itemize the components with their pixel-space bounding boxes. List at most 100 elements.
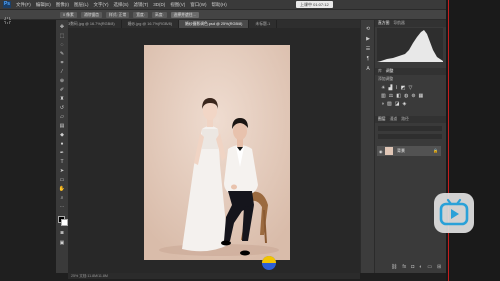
- layers-footer: ⛓ fx ◘ ◐ ▭ ⊞ 🗑: [391, 264, 453, 270]
- tab-histogram[interactable]: 直方图: [378, 20, 389, 27]
- menu-layer[interactable]: 图层(L): [74, 0, 89, 9]
- bilibili-tv-icon[interactable]: [434, 193, 474, 233]
- menu-image[interactable]: 图像(I): [56, 0, 69, 9]
- link-layers-icon[interactable]: ⛓: [391, 264, 397, 270]
- anti-alias-checkbox[interactable]: 消除锯齿: [80, 11, 102, 18]
- wedding-photo[interactable]: [144, 45, 290, 260]
- photo-filter-icon[interactable]: ◍: [404, 93, 408, 99]
- adjustments-panel-tabs: 库 调整: [375, 68, 450, 75]
- layer-filter-bar[interactable]: [378, 126, 442, 131]
- menu-help[interactable]: 帮助(H): [212, 0, 227, 9]
- eraser-tool-icon[interactable]: ▱: [58, 114, 66, 120]
- histogram-graph: [377, 28, 443, 62]
- brightness-icon[interactable]: ☀: [381, 85, 385, 91]
- background-color-swatch[interactable]: [61, 219, 68, 226]
- menu-edit[interactable]: 编辑(E): [36, 0, 51, 9]
- tab-adjustments[interactable]: 调整: [386, 68, 394, 75]
- menu-bar: Ps 文件(F) 编辑(E) 图像(I) 图层(L) 文字(Y) 选择(S) 滤…: [0, 0, 500, 10]
- lock-icon: 🔒: [433, 148, 438, 153]
- curves-icon[interactable]: ⌇: [395, 85, 397, 91]
- tab-navigator[interactable]: 导航器: [393, 20, 404, 27]
- new-layer-icon[interactable]: ⊞: [437, 264, 441, 270]
- status-bar: 25% 文档:11.8M/11.8M: [68, 273, 360, 279]
- black-white-icon[interactable]: ◧: [396, 93, 401, 99]
- brush-tool-icon[interactable]: ✐: [58, 87, 66, 93]
- menu-window[interactable]: 窗口(W): [190, 0, 206, 9]
- clone-stamp-icon[interactable]: ♜: [58, 96, 66, 102]
- vibrance-icon[interactable]: ▽: [409, 85, 413, 91]
- tab-document-active[interactable]: 婚纱摄影调色.psd @ 25%(RGB/8): [178, 20, 250, 28]
- new-adjustment-icon[interactable]: ◐: [419, 264, 422, 270]
- type-tool-icon[interactable]: T: [58, 159, 66, 165]
- eyedropper-icon[interactable]: ⁄: [58, 69, 66, 75]
- play-actions-icon[interactable]: ▶: [364, 36, 372, 42]
- add-adjustment-label: 添加调整: [378, 77, 394, 81]
- tab-channels[interactable]: 通道: [390, 116, 398, 123]
- color-lookup-icon[interactable]: ▦: [419, 93, 424, 99]
- menu-select[interactable]: 选择(S): [114, 0, 129, 9]
- levels-icon[interactable]: ▟: [388, 85, 392, 91]
- tab-layers[interactable]: 图层: [378, 116, 386, 123]
- menu-view[interactable]: 视图(V): [170, 0, 185, 9]
- lasso-tool-icon[interactable]: ◌: [58, 42, 66, 48]
- adjustment-icons-row-2: ▥ ⚖ ◧ ◍ ⊚ ▦: [381, 93, 423, 99]
- photoshop-logo: Ps: [3, 1, 11, 8]
- menu-type[interactable]: 文字(Y): [94, 0, 109, 9]
- character-icon[interactable]: A: [364, 66, 372, 72]
- crop-tool-icon[interactable]: ⌗: [58, 60, 66, 66]
- feather-field[interactable]: 0 像素: [60, 11, 77, 18]
- screen-mode-icon[interactable]: ▣: [58, 240, 66, 246]
- color-balance-icon[interactable]: ⚖: [389, 93, 393, 99]
- posterize-icon[interactable]: ▧: [387, 101, 392, 107]
- tab-document-2[interactable]: 婚纱.jpg @ 16.7%(RGB/8): [122, 20, 179, 28]
- shape-tool-icon[interactable]: ▭: [58, 177, 66, 183]
- menu-filter[interactable]: 滤镜(T): [134, 0, 149, 9]
- right-panels: 直方图 导航器 库 调整 添加调整 ☀ ▟ ⌇ ◩ ▽ ▥ ⚖ ◧ ◍ ⊚ ▦ …: [374, 20, 453, 273]
- marquee-tool-icon[interactable]: ⬚: [58, 33, 66, 39]
- paragraph-icon[interactable]: ¶: [364, 56, 372, 62]
- move-tool-icon[interactable]: ✥: [58, 24, 66, 30]
- width-field[interactable]: 宽度:: [133, 11, 148, 18]
- path-select-icon[interactable]: ➤: [58, 168, 66, 174]
- adjustment-icons-row-3: ◑ ▧ ◪ ◈: [381, 101, 406, 107]
- layer-row-background[interactable]: ◉ 背景 🔒: [377, 146, 441, 156]
- hue-saturation-icon[interactable]: ▥: [381, 93, 386, 99]
- red-border-line: [448, 0, 449, 281]
- visibility-eye-icon[interactable]: ◉: [379, 149, 383, 154]
- style-select[interactable]: 样式: 正常: [105, 11, 130, 18]
- live-session-badge[interactable]: 上课中 01:07:12: [296, 1, 333, 8]
- dodge-tool-icon[interactable]: ●: [58, 141, 66, 147]
- tab-document-1[interactable]: 03数码.jpg @ 16.7%(RGB/8): [60, 20, 122, 28]
- right-margin: [446, 0, 500, 281]
- height-field[interactable]: 高度:: [151, 11, 167, 18]
- quick-mask-icon[interactable]: ◙: [58, 230, 66, 236]
- select-and-mask-button[interactable]: 选择并遮住...: [170, 11, 199, 18]
- menu-3d[interactable]: 3D(D): [153, 0, 165, 9]
- hand-tool-icon[interactable]: ✋: [58, 186, 66, 192]
- quick-select-icon[interactable]: ✎: [58, 51, 66, 57]
- blur-tool-icon[interactable]: ◆: [58, 132, 66, 138]
- tab-document-4[interactable]: 未标题-1: [249, 20, 278, 28]
- healing-brush-icon[interactable]: ⊕: [58, 78, 66, 84]
- history-icon[interactable]: ⟲: [364, 26, 372, 32]
- exposure-icon[interactable]: ◩: [401, 85, 406, 91]
- marquee-tool-icon[interactable]: [4, 11, 11, 24]
- invert-icon[interactable]: ◑: [381, 101, 384, 107]
- zoom-tool-icon[interactable]: ⌕: [58, 195, 66, 201]
- new-group-icon[interactable]: ▭: [427, 264, 432, 270]
- histogram-panel-tabs: 直方图 导航器: [375, 20, 447, 27]
- add-mask-icon[interactable]: ◘: [411, 264, 414, 270]
- gradient-tool-icon[interactable]: ▤: [58, 123, 66, 129]
- channel-mixer-icon[interactable]: ⊚: [411, 93, 415, 99]
- layer-style-icon[interactable]: fx: [402, 264, 406, 270]
- selective-color-icon[interactable]: ◈: [403, 101, 407, 107]
- pen-tool-icon[interactable]: ✒: [58, 150, 66, 156]
- more-tools-icon[interactable]: ⋯: [58, 204, 66, 210]
- menu-file[interactable]: 文件(F): [16, 0, 31, 9]
- tab-paths[interactable]: 路径: [401, 116, 409, 123]
- history-brush-icon[interactable]: ↺: [58, 105, 66, 111]
- properties-icon[interactable]: ☰: [364, 46, 372, 52]
- threshold-icon[interactable]: ◪: [395, 101, 400, 107]
- tab-libraries[interactable]: 库: [378, 68, 382, 75]
- blend-mode-bar[interactable]: [378, 134, 442, 139]
